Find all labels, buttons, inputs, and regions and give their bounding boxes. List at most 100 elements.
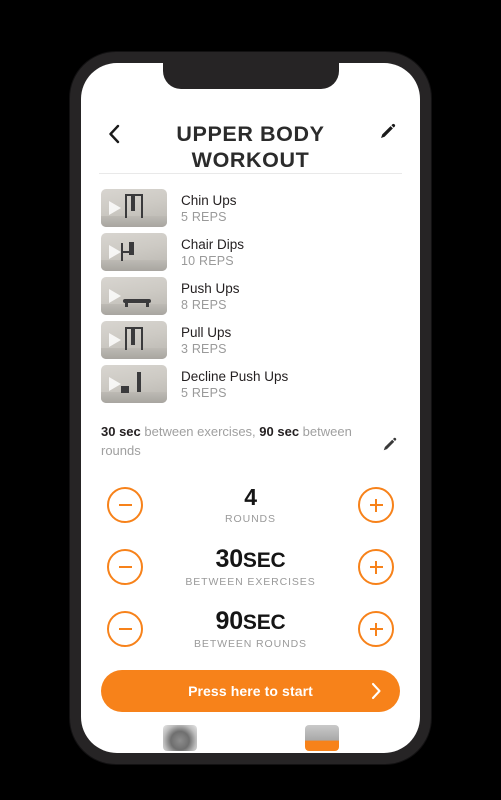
- peek-icon-right: [304, 725, 339, 751]
- thumbnail-bar: [125, 194, 142, 196]
- exercise-rest-value-group: 30SEC BETWEEN EXERCISES: [143, 545, 358, 590]
- exercise-rest-decrement-button[interactable]: [107, 549, 143, 585]
- exercise-reps: 5 REPS: [181, 385, 227, 400]
- play-icon: [109, 245, 121, 259]
- phone-notch: [162, 63, 339, 89]
- phone-screen: UPPER BODY WORKOUT Chin Ups 5 REPS Chair…: [81, 63, 420, 753]
- plus-icon-vertical: [375, 622, 377, 636]
- page-title: UPPER BODY WORKOUT: [176, 122, 325, 172]
- exercise-row[interactable]: Decline Push Ups 5 REPS: [81, 362, 420, 406]
- rounds-label: ROUNDS: [225, 513, 276, 525]
- exercise-reps: 8 REPS: [181, 297, 227, 312]
- minus-icon: [118, 566, 132, 568]
- screenshot-stage: UPPER BODY WORKOUT Chin Ups 5 REPS Chair…: [0, 0, 501, 800]
- round-rest-decrement-button[interactable]: [107, 611, 143, 647]
- chevron-left-icon: [108, 124, 120, 144]
- start-workout-button[interactable]: Press here to start: [101, 670, 400, 712]
- stepper-group: 4 ROUNDS 30SEC BETWEEN EXERCISES 90SEC B…: [81, 460, 420, 660]
- minus-icon: [118, 504, 132, 506]
- rest-summary: 30 sec between exercises, 90 sec between…: [81, 406, 420, 460]
- thumbnail-floor: [101, 347, 167, 359]
- plus-icon-vertical: [375, 498, 377, 512]
- round-rest-stepper: 90SEC BETWEEN ROUNDS: [107, 598, 394, 660]
- thumbnail-figure: [137, 372, 141, 392]
- video-thumbnail[interactable]: [101, 321, 167, 359]
- thumbnail-frame-left: [125, 327, 127, 350]
- exercise-text: Chair Dips 10 REPS: [167, 236, 244, 269]
- thumbnail-floor: [101, 215, 167, 227]
- rest-middle-text: between exercises,: [140, 424, 260, 439]
- thumbnail-bar: [125, 327, 142, 329]
- thumbnail-figure: [131, 328, 135, 345]
- thumbnail-leg: [146, 302, 149, 307]
- rounds-value-group: 4 ROUNDS: [143, 483, 358, 527]
- exercise-reps: 3 REPS: [181, 341, 227, 356]
- video-thumbnail[interactable]: [101, 189, 167, 227]
- video-thumbnail[interactable]: [101, 233, 167, 271]
- rest-summary-text: 30 sec between exercises, 90 sec between…: [101, 422, 378, 460]
- round-rest-label: BETWEEN ROUNDS: [194, 637, 307, 650]
- rounds-stepper: 4 ROUNDS: [107, 474, 394, 536]
- exercise-rest-value: 30: [215, 544, 243, 573]
- exercise-name: Chin Ups: [181, 192, 237, 208]
- round-rest-unit: SEC: [242, 610, 286, 634]
- play-icon: [109, 201, 121, 215]
- video-thumbnail[interactable]: [101, 277, 167, 315]
- thumbnail-figure: [131, 195, 135, 211]
- pencil-icon: [382, 437, 397, 457]
- exercise-text: Push Ups 8 REPS: [167, 280, 240, 313]
- exercise-reps: 5 REPS: [181, 209, 227, 224]
- exercise-rest-unit: SEC: [242, 548, 286, 572]
- cta-wrapper: Press here to start: [81, 660, 420, 712]
- pencil-icon: [379, 123, 396, 145]
- exercise-reps: 10 REPS: [181, 253, 234, 268]
- plus-icon-vertical: [375, 560, 377, 574]
- exercise-row[interactable]: Push Ups 8 REPS: [81, 274, 420, 318]
- edit-title-button[interactable]: [374, 121, 400, 147]
- thumbnail-arm: [125, 302, 128, 307]
- exercise-rest-label: BETWEEN EXERCISES: [185, 575, 316, 588]
- peek-icon-left: [162, 725, 197, 751]
- rest-exercise-value: 30 sec: [101, 424, 141, 439]
- exercise-rest-stepper: 30SEC BETWEEN EXERCISES: [107, 536, 394, 598]
- rounds-increment-button[interactable]: [358, 487, 394, 523]
- rest-round-value: 90 sec: [259, 424, 300, 439]
- exercise-name: Decline Push Ups: [181, 368, 289, 384]
- thumbnail-figure: [129, 242, 134, 255]
- exercise-text: Decline Push Ups 5 REPS: [167, 368, 288, 401]
- play-icon: [109, 289, 121, 303]
- round-rest-value-row: 90SEC: [143, 607, 358, 637]
- exercise-name: Pull Ups: [181, 324, 232, 340]
- back-button[interactable]: [101, 121, 127, 147]
- thumbnail-box: [121, 386, 129, 393]
- exercise-row[interactable]: Pull Ups 3 REPS: [81, 318, 420, 362]
- thumbnail-frame-right: [141, 194, 143, 218]
- exercise-name: Chair Dips: [181, 236, 245, 252]
- exercise-rest-value-row: 30SEC: [143, 545, 358, 575]
- start-workout-label: Press here to start: [188, 683, 313, 699]
- exercise-list: Chin Ups 5 REPS Chair Dips 10 REPS Push …: [81, 174, 420, 406]
- exercise-text: Chin Ups 5 REPS: [167, 192, 237, 225]
- round-rest-value: 90: [215, 606, 243, 635]
- chevron-right-icon: [371, 682, 382, 700]
- round-rest-increment-button[interactable]: [358, 611, 394, 647]
- exercise-rest-increment-button[interactable]: [358, 549, 394, 585]
- video-thumbnail[interactable]: [101, 365, 167, 403]
- round-rest-value-group: 90SEC BETWEEN ROUNDS: [143, 607, 358, 652]
- minus-icon: [118, 628, 132, 630]
- thumbnail-floor: [101, 391, 167, 403]
- rounds-value: 4: [244, 484, 257, 510]
- thumbnail-chair-back: [121, 243, 123, 261]
- thumbnail-frame-left: [125, 194, 127, 218]
- phone-frame: UPPER BODY WORKOUT Chin Ups 5 REPS Chair…: [70, 52, 431, 764]
- exercise-name: Push Ups: [181, 280, 240, 296]
- rounds-decrement-button[interactable]: [107, 487, 143, 523]
- thumbnail-floor: [101, 303, 167, 315]
- play-icon: [109, 377, 121, 391]
- exercise-row[interactable]: Chin Ups 5 REPS: [81, 186, 420, 230]
- exercise-text: Pull Ups 3 REPS: [167, 324, 231, 357]
- play-icon: [109, 333, 121, 347]
- thumbnail-frame-right: [141, 327, 143, 350]
- exercise-row[interactable]: Chair Dips 10 REPS: [81, 230, 420, 274]
- edit-rest-button[interactable]: [378, 436, 400, 458]
